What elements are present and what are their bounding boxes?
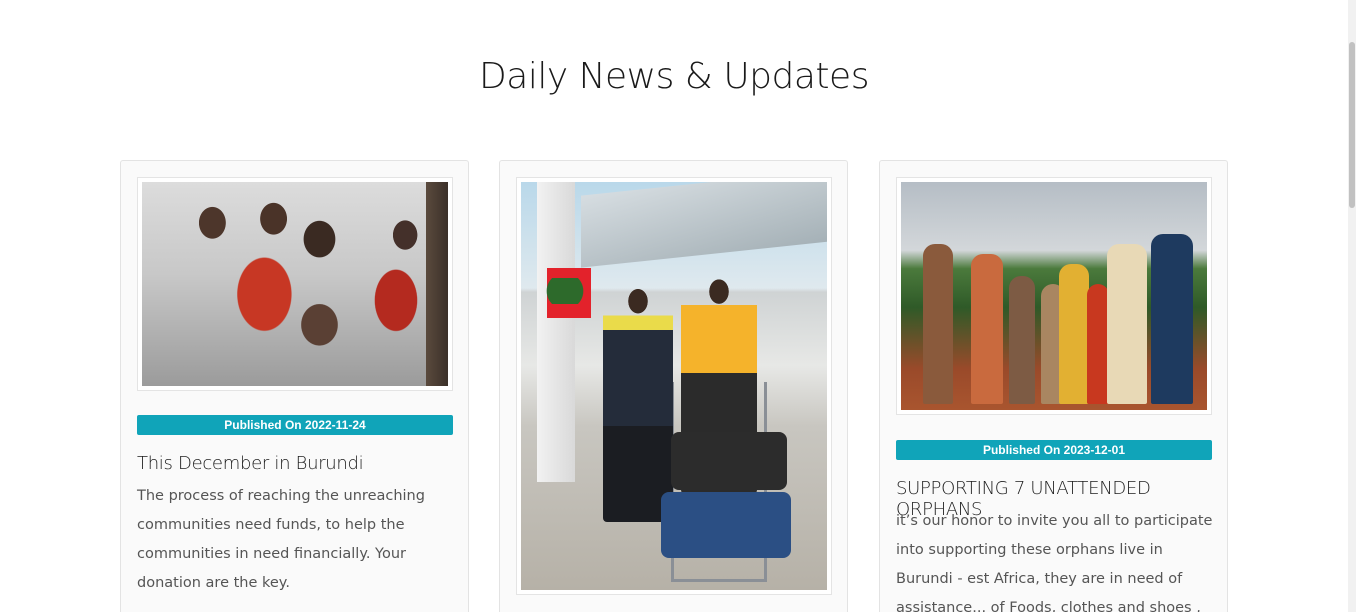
news-card[interactable]: Published On 2023-12-01 SUPPORTING 7 UNA…: [879, 160, 1228, 612]
news-card-image-frame[interactable]: [896, 177, 1212, 415]
image-person: [1009, 276, 1035, 404]
image-pillar: [537, 182, 575, 482]
published-date-badge: Published On 2023-12-01: [896, 440, 1212, 460]
published-date-badge: Published On 2022-11-24: [137, 415, 453, 435]
news-card-image-frame[interactable]: [137, 177, 453, 391]
page-scrollbar[interactable]: [1348, 0, 1356, 612]
image-tree-trunk: [426, 182, 448, 386]
image-person: [1107, 244, 1147, 404]
news-card-title[interactable]: This December in Burundi: [137, 453, 457, 474]
image-wreath: [535, 278, 595, 304]
image-suitcase: [671, 432, 787, 490]
image-person: [603, 282, 673, 522]
section-title: Daily News & Updates: [479, 56, 869, 97]
scrollbar-thumb[interactable]: [1349, 42, 1355, 208]
news-card-excerpt: The process of reaching the unreaching c…: [137, 488, 425, 591]
news-card[interactable]: Published On 2022-11-24 This December in…: [120, 160, 469, 612]
news-card-image[interactable]: [901, 182, 1207, 410]
page: Daily News & Updates Published On 2022-1…: [0, 0, 1356, 612]
news-card-image[interactable]: [142, 182, 448, 386]
image-person: [1059, 264, 1089, 404]
image-person: [971, 254, 1003, 404]
image-airport-roof: [581, 182, 827, 268]
news-card[interactable]: [499, 160, 848, 612]
news-card-image-frame[interactable]: [516, 177, 832, 595]
news-card-image[interactable]: [521, 182, 827, 590]
image-person: [1151, 234, 1193, 404]
image-person: [1087, 284, 1109, 404]
image-person: [923, 244, 953, 404]
image-suitcase: [661, 492, 791, 558]
news-card-excerpt: it’s our honor to invite you all to part…: [896, 513, 1213, 612]
